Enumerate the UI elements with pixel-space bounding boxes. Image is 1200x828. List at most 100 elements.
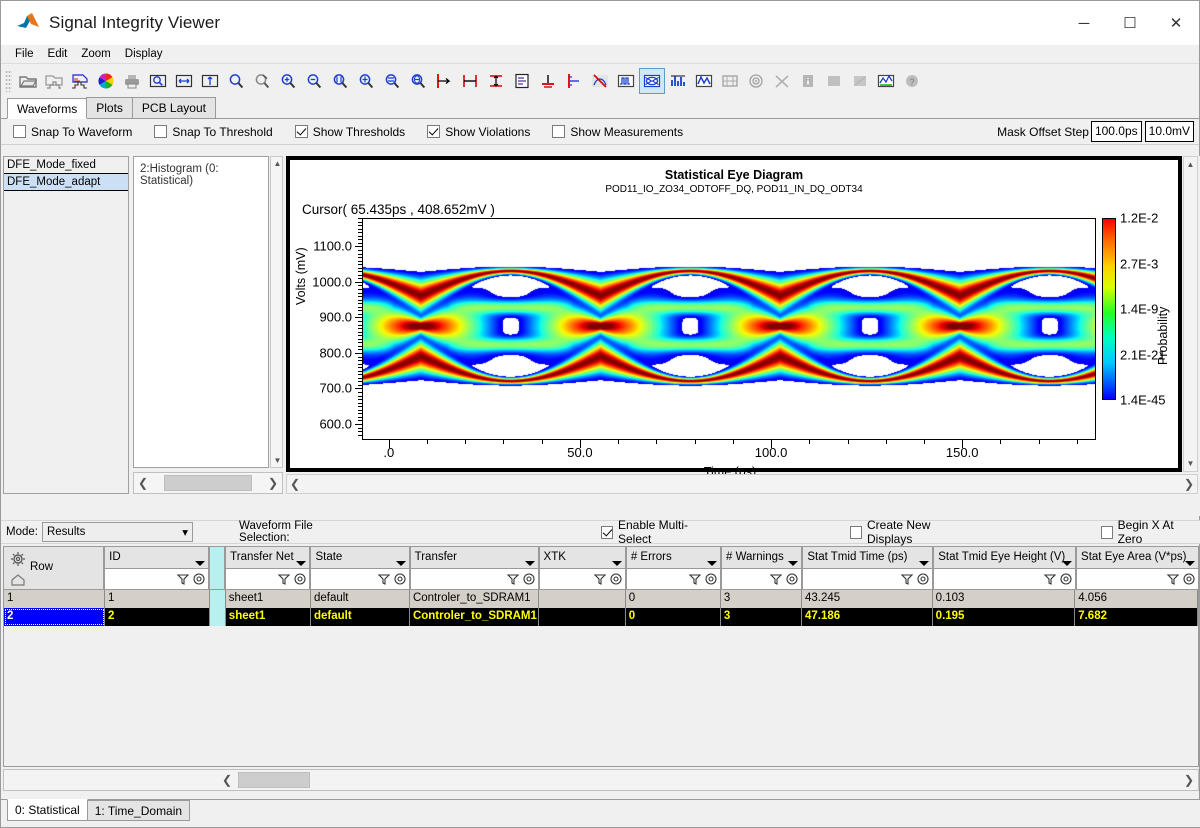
mask-icon[interactable] <box>718 69 742 93</box>
table-cell[interactable]: default <box>311 590 410 608</box>
row-number-cell[interactable]: 1 <box>4 590 105 608</box>
filter-options-icon[interactable] <box>522 572 536 586</box>
filter-icon[interactable] <box>277 572 291 586</box>
table-cell[interactable] <box>209 608 226 626</box>
checkbox-enable-multi-select[interactable]: Enable Multi-Select <box>601 518 708 546</box>
scroll-thumb[interactable] <box>164 475 252 491</box>
chart-vertical-scrollbar[interactable]: ▲ ▼ <box>1183 156 1198 472</box>
filter-icon[interactable] <box>1166 572 1180 586</box>
bathtub-icon[interactable] <box>744 69 768 93</box>
overlay-icon[interactable] <box>874 69 898 93</box>
table-cell[interactable]: sheet1 <box>226 590 311 608</box>
histogram-canvas[interactable]: 2:Histogram (0: Statistical) <box>133 156 269 468</box>
filter-icon[interactable] <box>176 572 190 586</box>
list-item-dfe-mode-fixed[interactable]: DFE_Mode_fixed <box>4 157 128 174</box>
table-column-header[interactable]: XTK <box>538 546 626 590</box>
table-cell[interactable]: 0 <box>626 608 721 626</box>
save-waveform-icon[interactable] <box>68 69 92 93</box>
sort-caret-icon[interactable] <box>395 561 406 566</box>
pan-icon[interactable] <box>172 69 196 93</box>
column-filter-input[interactable] <box>410 568 538 589</box>
analog-wave-icon[interactable] <box>692 69 716 93</box>
table-cell[interactable]: 43.245 <box>802 590 933 608</box>
marker-icon[interactable] <box>562 69 586 93</box>
filter-options-icon[interactable] <box>293 572 307 586</box>
filter-options-icon[interactable] <box>393 572 407 586</box>
table-column-header[interactable]: ID <box>104 546 210 590</box>
cursor-left-icon[interactable] <box>432 69 456 93</box>
filter-icon[interactable] <box>377 572 391 586</box>
color-wheel-icon[interactable] <box>94 69 118 93</box>
checkbox-create-new-displays[interactable]: Create New Displays <box>850 518 965 546</box>
table-cell[interactable] <box>209 590 226 608</box>
sort-caret-icon[interactable] <box>919 561 930 566</box>
no-crosstalk-icon[interactable] <box>588 69 612 93</box>
info-icon[interactable] <box>796 69 820 93</box>
column-filter-input[interactable] <box>311 568 409 589</box>
table-column-header[interactable]: Transfer Net <box>225 546 311 590</box>
table-cell[interactable]: 0 <box>626 590 721 608</box>
table-cell[interactable]: Controler_to_SDRAM1 <box>410 590 539 608</box>
scroll-down-icon[interactable]: ▼ <box>271 454 284 467</box>
filter-options-icon[interactable] <box>785 572 799 586</box>
table-cell[interactable]: 47.186 <box>802 608 933 626</box>
measure-width-icon[interactable] <box>458 69 482 93</box>
table-row[interactable]: 2 2 sheet1 default Controler_to_SDRAM1 0 3 47.1… <box>4 608 1198 626</box>
table-cell[interactable]: 0.103 <box>933 590 1076 608</box>
table-cell[interactable]: 3 <box>721 608 802 626</box>
table-cell[interactable]: Controler_to_SDRAM1 <box>410 608 539 626</box>
table-column-header[interactable]: Stat Tmid Eye Height (V) <box>933 546 1077 590</box>
table-cell[interactable]: 7.682 <box>1075 608 1198 626</box>
mode-select[interactable]: Results ▾ <box>41 522 194 542</box>
image-export-icon[interactable] <box>198 69 222 93</box>
sort-caret-icon[interactable] <box>1062 561 1073 566</box>
sort-caret-icon[interactable] <box>195 561 206 566</box>
tab-pcb-layout[interactable]: PCB Layout <box>131 97 216 118</box>
table-cell[interactable]: 2 <box>105 608 210 626</box>
eye-diagram-plot-area[interactable] <box>362 218 1096 440</box>
filter-options-icon[interactable] <box>1182 572 1196 586</box>
row-number-cell[interactable]: 2 <box>4 608 105 626</box>
mask-offset-voltage-input[interactable]: 10.0mV <box>1144 121 1194 142</box>
column-filter-input[interactable] <box>1077 568 1199 589</box>
menu-zoom[interactable]: Zoom <box>74 45 117 63</box>
sort-caret-icon[interactable] <box>707 561 718 566</box>
filter-options-icon[interactable] <box>609 572 623 586</box>
filter-icon[interactable] <box>1043 572 1057 586</box>
histogram-icon[interactable] <box>666 69 690 93</box>
ground-ref-icon[interactable] <box>536 69 560 93</box>
maximize-button[interactable]: ☐ <box>1107 1 1153 45</box>
zoom-x-out-icon[interactable] <box>354 69 378 93</box>
histogram-horizontal-scrollbar[interactable]: ❮ ❯ <box>133 472 283 494</box>
column-filter-input[interactable] <box>626 568 721 589</box>
table-cell[interactable] <box>539 608 626 626</box>
filter-icon[interactable] <box>506 572 520 586</box>
filter-icon[interactable] <box>769 572 783 586</box>
zoom-x-in-icon[interactable] <box>328 69 352 93</box>
table-cell[interactable]: 3 <box>721 590 802 608</box>
scroll-up-icon[interactable]: ▲ <box>1183 157 1198 172</box>
close-button[interactable]: ✕ <box>1153 1 1199 45</box>
menu-file[interactable]: File <box>8 45 41 63</box>
filter-icon[interactable] <box>900 572 914 586</box>
zoom-y-out-icon[interactable] <box>406 69 430 93</box>
zoom-out-icon[interactable] <box>302 69 326 93</box>
table-cell[interactable]: 4.056 <box>1075 590 1198 608</box>
crossing-icon[interactable] <box>770 69 794 93</box>
column-filter-input[interactable] <box>803 568 933 589</box>
minimize-button[interactable]: ─ <box>1061 1 1107 45</box>
filter-icon[interactable] <box>593 572 607 586</box>
tab-plots[interactable]: Plots <box>86 97 133 118</box>
scroll-left-icon[interactable]: ❮ <box>290 477 300 491</box>
checkbox-snap-to-waveform[interactable]: Snap To Waveform <box>13 125 132 139</box>
filter-options-icon[interactable] <box>192 572 206 586</box>
table-horizontal-scrollbar[interactable]: ❮ ❯ <box>3 769 1199 791</box>
block2-icon[interactable] <box>848 69 872 93</box>
table-column-header[interactable]: Stat Tmid Time (ps) <box>802 546 934 590</box>
menu-display[interactable]: Display <box>118 45 170 63</box>
scroll-right-icon[interactable]: ❯ <box>1180 773 1198 787</box>
chart-horizontal-scrollbar[interactable]: ❮ ❯ <box>286 474 1198 494</box>
checkbox-show-violations[interactable]: Show Violations <box>427 125 530 139</box>
histogram-vertical-scrollbar[interactable]: ▲ ▼ <box>270 156 283 468</box>
filter-options-icon[interactable] <box>704 572 718 586</box>
